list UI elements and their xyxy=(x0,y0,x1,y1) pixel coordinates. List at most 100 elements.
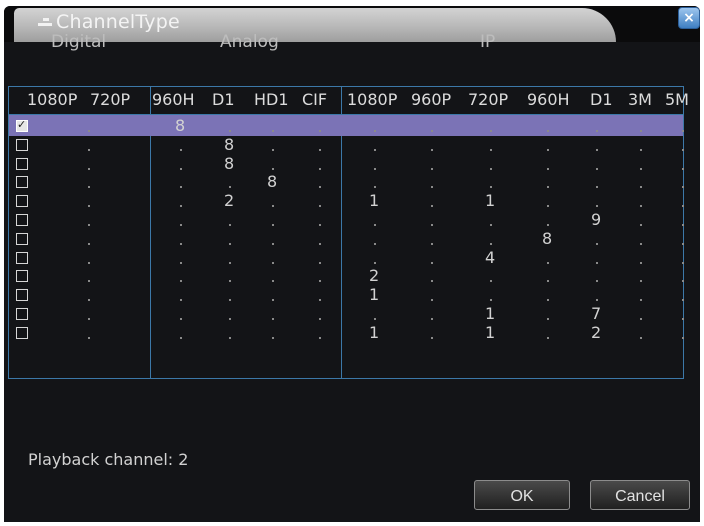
empty-cell-dot[interactable] xyxy=(88,280,90,283)
empty-cell-dot[interactable] xyxy=(229,280,231,283)
empty-cell-dot[interactable] xyxy=(88,148,90,151)
selected-row[interactable] xyxy=(9,115,683,136)
ok-button[interactable]: OK xyxy=(474,480,570,510)
empty-cell-dot[interactable] xyxy=(682,186,684,189)
channel-count[interactable]: 8 xyxy=(267,172,277,191)
row-checkbox[interactable] xyxy=(16,118,28,132)
empty-cell-dot[interactable] xyxy=(374,130,376,132)
empty-cell-dot[interactable] xyxy=(88,224,90,226)
empty-cell-dot[interactable] xyxy=(431,148,433,151)
empty-cell-dot[interactable] xyxy=(596,186,598,189)
empty-cell-dot[interactable] xyxy=(319,261,321,264)
empty-cell-dot[interactable] xyxy=(596,167,598,170)
empty-cell-dot[interactable] xyxy=(431,299,433,302)
row-checkbox[interactable] xyxy=(16,138,28,151)
empty-cell-dot[interactable] xyxy=(180,224,182,226)
channel-count[interactable]: 2 xyxy=(591,323,601,342)
empty-cell-dot[interactable] xyxy=(682,167,684,170)
empty-cell-dot[interactable] xyxy=(88,299,90,302)
empty-cell-dot[interactable] xyxy=(640,242,642,245)
empty-cell-dot[interactable] xyxy=(319,148,321,151)
channel-count[interactable]: 1 xyxy=(485,304,495,323)
empty-cell-dot[interactable] xyxy=(319,130,321,132)
row-checkbox[interactable] xyxy=(16,289,28,302)
channel-count[interactable]: 8 xyxy=(224,135,234,154)
empty-cell-dot[interactable] xyxy=(431,318,433,320)
empty-cell-dot[interactable] xyxy=(431,261,433,264)
empty-cell-dot[interactable] xyxy=(547,167,549,170)
empty-cell-dot[interactable] xyxy=(229,224,231,226)
empty-cell-dot[interactable] xyxy=(640,167,642,170)
empty-cell-dot[interactable] xyxy=(547,299,549,302)
empty-cell-dot[interactable] xyxy=(180,318,182,320)
empty-cell-dot[interactable] xyxy=(431,242,433,245)
empty-cell-dot[interactable] xyxy=(640,186,642,189)
empty-cell-dot[interactable] xyxy=(596,261,598,264)
empty-cell-dot[interactable] xyxy=(596,242,598,245)
channel-count[interactable]: 1 xyxy=(369,323,379,342)
empty-cell-dot[interactable] xyxy=(431,205,433,208)
cancel-button[interactable]: Cancel xyxy=(590,480,690,510)
empty-cell-dot[interactable] xyxy=(640,336,642,339)
empty-cell-dot[interactable] xyxy=(547,336,549,339)
channel-count[interactable]: 8 xyxy=(542,229,552,248)
empty-cell-dot[interactable] xyxy=(682,148,684,151)
empty-cell-dot[interactable] xyxy=(490,167,492,170)
empty-cell-dot[interactable] xyxy=(682,299,684,302)
empty-cell-dot[interactable] xyxy=(319,167,321,170)
empty-cell-dot[interactable] xyxy=(319,280,321,283)
empty-cell-dot[interactable] xyxy=(319,299,321,302)
empty-cell-dot[interactable] xyxy=(682,205,684,208)
row-checkbox[interactable] xyxy=(16,326,28,339)
empty-cell-dot[interactable] xyxy=(640,261,642,264)
empty-cell-dot[interactable] xyxy=(682,280,684,283)
empty-cell-dot[interactable] xyxy=(180,299,182,302)
empty-cell-dot[interactable] xyxy=(682,242,684,245)
empty-cell-dot[interactable] xyxy=(547,148,549,151)
empty-cell-dot[interactable] xyxy=(682,224,684,226)
empty-cell-dot[interactable] xyxy=(272,261,274,264)
empty-cell-dot[interactable] xyxy=(490,280,492,283)
empty-cell-dot[interactable] xyxy=(547,318,549,320)
empty-cell-dot[interactable] xyxy=(374,318,376,320)
empty-cell-dot[interactable] xyxy=(229,242,231,245)
row-checkbox[interactable] xyxy=(16,195,28,208)
empty-cell-dot[interactable] xyxy=(229,130,231,132)
empty-cell-dot[interactable] xyxy=(319,224,321,226)
empty-cell-dot[interactable] xyxy=(319,186,321,189)
empty-cell-dot[interactable] xyxy=(374,186,376,189)
empty-cell-dot[interactable] xyxy=(272,336,274,339)
empty-cell-dot[interactable] xyxy=(88,242,90,245)
empty-cell-dot[interactable] xyxy=(272,280,274,283)
empty-cell-dot[interactable] xyxy=(640,280,642,283)
empty-cell-dot[interactable] xyxy=(88,186,90,189)
empty-cell-dot[interactable] xyxy=(272,167,274,170)
row-checkbox[interactable] xyxy=(16,308,28,320)
row-checkbox[interactable] xyxy=(16,214,28,226)
empty-cell-dot[interactable] xyxy=(431,130,433,132)
empty-cell-dot[interactable] xyxy=(229,336,231,339)
empty-cell-dot[interactable] xyxy=(596,148,598,151)
empty-cell-dot[interactable] xyxy=(229,318,231,320)
empty-cell-dot[interactable] xyxy=(547,280,549,283)
empty-cell-dot[interactable] xyxy=(490,186,492,189)
channel-count[interactable]: 1 xyxy=(369,285,379,304)
empty-cell-dot[interactable] xyxy=(374,224,376,226)
empty-cell-dot[interactable] xyxy=(272,205,274,208)
channel-count[interactable]: 7 xyxy=(591,304,601,323)
empty-cell-dot[interactable] xyxy=(431,186,433,189)
empty-cell-dot[interactable] xyxy=(431,167,433,170)
empty-cell-dot[interactable] xyxy=(490,242,492,245)
empty-cell-dot[interactable] xyxy=(596,299,598,302)
row-checkbox[interactable] xyxy=(16,232,28,245)
empty-cell-dot[interactable] xyxy=(682,261,684,264)
channel-count[interactable]: 8 xyxy=(175,116,185,135)
empty-cell-dot[interactable] xyxy=(547,261,549,264)
empty-cell-dot[interactable] xyxy=(88,336,90,339)
empty-cell-dot[interactable] xyxy=(88,167,90,170)
empty-cell-dot[interactable] xyxy=(640,318,642,320)
empty-cell-dot[interactable] xyxy=(682,336,684,339)
channel-count[interactable]: 1 xyxy=(485,191,495,210)
empty-cell-dot[interactable] xyxy=(272,299,274,302)
empty-cell-dot[interactable] xyxy=(180,148,182,151)
